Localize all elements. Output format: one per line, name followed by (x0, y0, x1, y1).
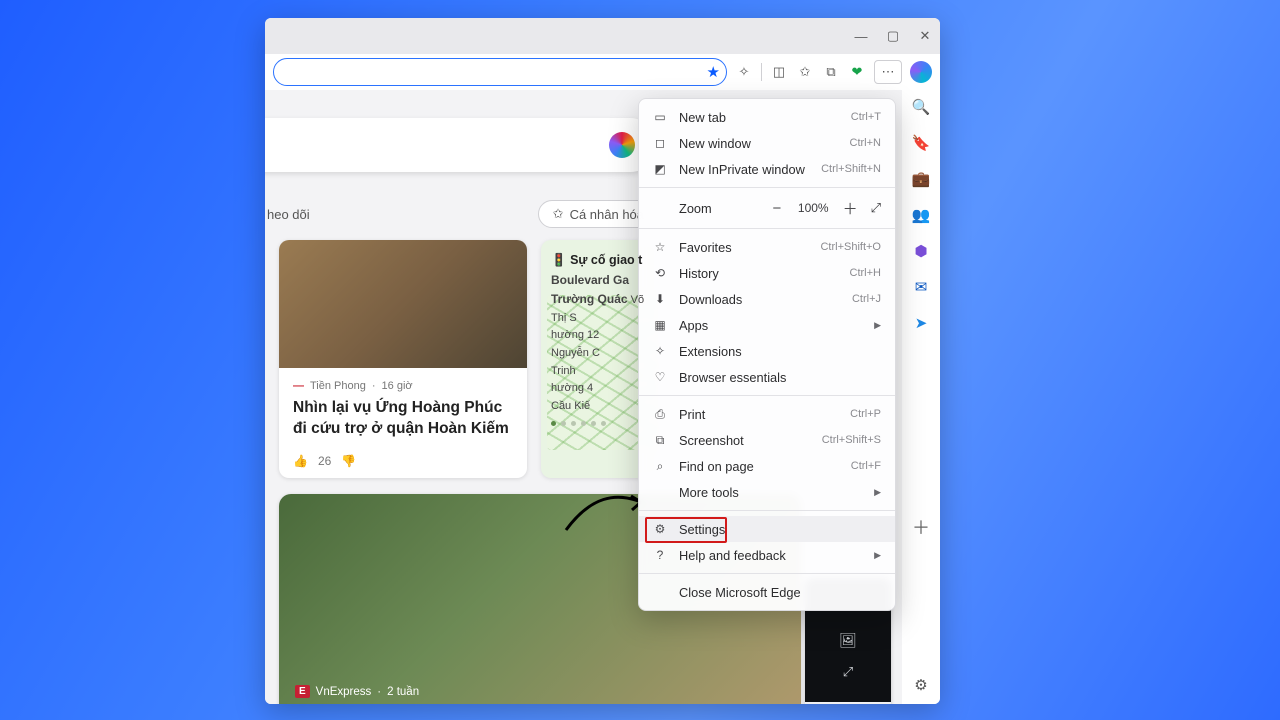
rail-send-icon[interactable]: ➤ (915, 314, 928, 332)
inprivate-icon: ◩ (653, 162, 667, 176)
hero-copilot-icon[interactable] (609, 132, 635, 158)
news-card-headline: Nhìn lại vụ Ứng Hoàng Phúc đi cứu trợ ở … (293, 398, 513, 440)
browser-essentials-icon[interactable]: ❤ (848, 64, 866, 80)
news-card[interactable]: — Tiền Phong · 16 giờ Nhìn lại vụ Ứng Ho… (279, 240, 527, 478)
traffic-icon: 🚦 (551, 253, 567, 267)
menu-new-inprivate[interactable]: ◩ New InPrivate window Ctrl+Shift+N (639, 156, 895, 182)
news-card-image (279, 240, 527, 368)
rail-outlook-icon[interactable]: ✉ (915, 278, 928, 296)
help-icon: ? (653, 548, 667, 562)
bookmark-star-icon[interactable]: ★ (707, 63, 720, 81)
rail-add-icon[interactable]: ＋ (912, 514, 930, 540)
favorites-star-icon: ☆ (653, 240, 667, 254)
carousel-dots[interactable] (551, 421, 651, 426)
expand-icon[interactable]: ⤢ (805, 664, 891, 680)
menu-settings[interactable]: ⚙ Settings (639, 516, 895, 542)
find-icon: ⌕ (653, 459, 667, 474)
window-titlebar: — ▢ ✕ (265, 18, 940, 54)
feed-cards-row: — Tiền Phong · 16 giờ Nhìn lại vụ Ứng Ho… (279, 240, 661, 478)
zoom-value: 100% (798, 201, 829, 215)
menu-favorites[interactable]: ☆ Favorites Ctrl+Shift+O (639, 234, 895, 260)
toolbar-separator (761, 63, 762, 81)
menu-extensions[interactable]: ✧ Extensions (639, 338, 895, 364)
screenshot-icon: ⧉ (653, 433, 667, 448)
history-icon: ⟲ (653, 266, 667, 280)
settings-and-more-menu: ▭ New tab Ctrl+T ◻ New window Ctrl+N ◩ N… (638, 98, 896, 611)
menu-close-edge[interactable]: Close Microsoft Edge (639, 579, 895, 605)
personalize-label: Cá nhân hóa (570, 207, 644, 222)
address-bar[interactable]: ★ (273, 58, 727, 86)
chevron-right-icon: ▶ (874, 487, 881, 498)
dislike-icon[interactable]: 👎 (341, 454, 356, 468)
more-menu-button[interactable]: ⋯ (874, 60, 902, 84)
menu-apps[interactable]: ▦ Apps ▶ (639, 312, 895, 338)
browser-toolbar: ★ ✧ ◫ ✩ ⧉ ❤ ⋯ (265, 54, 940, 91)
menu-new-tab[interactable]: ▭ New tab Ctrl+T (639, 104, 895, 130)
new-tab-icon: ▭ (653, 110, 667, 124)
news-card-source: — Tiền Phong · 16 giờ (293, 380, 513, 392)
minimize-button[interactable]: — (854, 29, 868, 43)
zoom-out-button[interactable]: − (770, 200, 784, 217)
menu-zoom: Zoom − 100% ＋ ⤢ (639, 193, 895, 223)
apps-icon: ▦ (653, 318, 667, 332)
hero-news-source: E VnExpress·2 tuần (295, 685, 419, 698)
close-button[interactable]: ✕ (918, 29, 932, 43)
menu-print[interactable]: ⎙ Print Ctrl+P (639, 401, 895, 427)
feed-tabstrip: heo dõi ✩ Cá nhân hóa ⚙ (267, 200, 701, 228)
downloads-icon: ⬇ (653, 292, 667, 306)
chevron-right-icon: ▶ (874, 320, 881, 331)
chevron-right-icon: ▶ (874, 550, 881, 561)
extensions-icon[interactable]: ✧ (735, 64, 753, 80)
menu-more-tools[interactable]: More tools ▶ (639, 479, 895, 505)
menu-find-on-page[interactable]: ⌕ Find on page Ctrl+F (639, 453, 895, 479)
zoom-in-button[interactable]: ＋ (843, 198, 857, 219)
split-screen-icon[interactable]: ◫ (770, 64, 788, 80)
image-icon: 🖼 (805, 632, 891, 649)
browser-window: — ▢ ✕ ★ ✧ ◫ ✩ ⧉ ❤ ⋯ 🔍 🔖 💼 👥 ⬢ ✉ ➤ ＋ ⚙ he… (265, 18, 940, 704)
gear-icon: ⚙ (653, 522, 667, 536)
rail-people-icon[interactable]: 👥 (912, 206, 931, 224)
new-window-icon: ◻ (653, 136, 667, 150)
rail-briefcase-icon[interactable]: 💼 (912, 170, 931, 188)
menu-history[interactable]: ⟲ History Ctrl+H (639, 260, 895, 286)
extensions-puzzle-icon: ✧ (653, 344, 667, 358)
heart-icon: ♡ (653, 370, 667, 384)
star-outline-icon: ✩ (553, 206, 564, 222)
like-icon[interactable]: 👍 (293, 454, 308, 468)
rail-settings-icon[interactable]: ⚙ (914, 676, 927, 694)
rail-office-icon[interactable]: ⬢ (914, 242, 927, 260)
menu-screenshot[interactable]: ⧉ Screenshot Ctrl+Shift+S (639, 427, 895, 453)
fullscreen-button[interactable]: ⤢ (871, 200, 881, 216)
print-icon: ⎙ (653, 407, 667, 422)
maximize-button[interactable]: ▢ (886, 29, 900, 43)
like-count: 26 (318, 454, 331, 468)
menu-browser-essentials[interactable]: ♡ Browser essentials (639, 364, 895, 390)
menu-new-window[interactable]: ◻ New window Ctrl+N (639, 130, 895, 156)
rail-shopping-tag-icon[interactable]: 🔖 (912, 134, 931, 152)
hero-search-bar[interactable] (265, 118, 657, 172)
tab-followed[interactable]: heo dõi (267, 207, 310, 222)
favorites-icon[interactable]: ✩ (796, 64, 814, 80)
copilot-icon[interactable] (910, 61, 932, 83)
feedback-button[interactable]: ✎ Phản hồi (805, 702, 891, 704)
menu-downloads[interactable]: ⬇ Downloads Ctrl+J (639, 286, 895, 312)
menu-help-feedback[interactable]: ? Help and feedback ▶ (639, 542, 895, 568)
rail-search-icon[interactable]: 🔍 (912, 98, 931, 116)
collections-icon[interactable]: ⧉ (822, 64, 840, 80)
side-rail: 🔍 🔖 💼 👥 ⬢ ✉ ➤ ＋ ⚙ (901, 90, 940, 704)
